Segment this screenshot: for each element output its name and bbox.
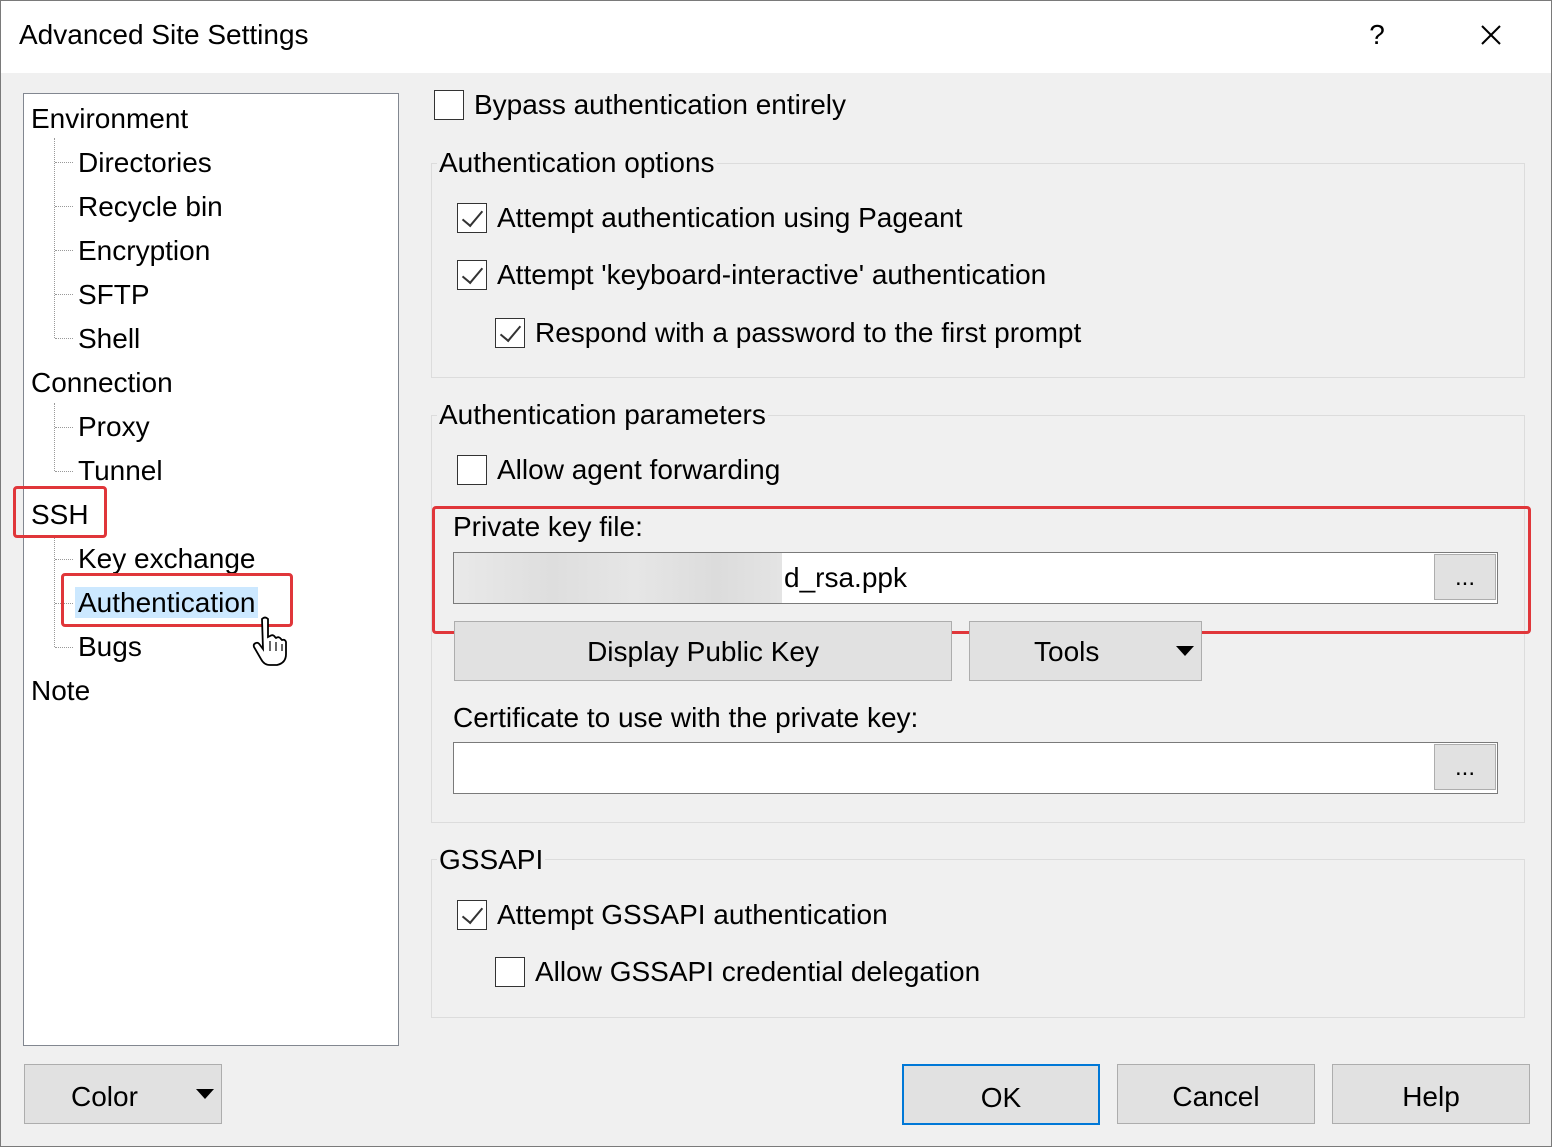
- pageant-checkbox-row[interactable]: Attempt authentication using Pageant: [457, 202, 962, 234]
- tree-item-proxy[interactable]: Proxy: [78, 407, 150, 447]
- gssapi-attempt-checkbox-row[interactable]: Attempt GSSAPI authentication: [457, 899, 888, 931]
- certificate-input[interactable]: ...: [453, 742, 1498, 794]
- tree-item-recycle-bin[interactable]: Recycle bin: [78, 187, 223, 227]
- tools-dropdown-icon: [1176, 646, 1194, 656]
- color-label: Color: [71, 1081, 138, 1112]
- tools-label: Tools: [1034, 636, 1100, 667]
- keyboard-interactive-label: Attempt 'keyboard-interactive' authentic…: [497, 259, 1047, 290]
- gssapi-attempt-checkbox[interactable]: [457, 900, 487, 930]
- tree-item-note[interactable]: Note: [31, 671, 90, 711]
- tree-connector: [55, 338, 73, 339]
- ok-button[interactable]: OK: [902, 1064, 1100, 1125]
- bypass-auth-label: Bypass authentication entirely: [474, 89, 846, 120]
- tree-connector: [55, 294, 73, 295]
- tree-connector: [54, 403, 55, 471]
- close-x-icon: [1481, 25, 1501, 45]
- tree-connector: [55, 471, 73, 472]
- pageant-label: Attempt authentication using Pageant: [497, 202, 963, 233]
- tree-connector: [55, 206, 73, 207]
- tree-connector: [54, 535, 55, 647]
- gssapi-group-label: GSSAPI: [437, 844, 546, 876]
- tree-item-connection[interactable]: Connection: [31, 363, 173, 403]
- tree-connector: [55, 559, 73, 560]
- private-key-highlight-box: [432, 506, 1531, 634]
- respond-password-label: Respond with a password to the first pro…: [535, 317, 1082, 348]
- tree-item-encryption[interactable]: Encryption: [78, 231, 210, 271]
- tree-item-shell[interactable]: Shell: [78, 319, 140, 359]
- gssapi-delegation-label: Allow GSSAPI credential delegation: [535, 956, 981, 987]
- help-icon[interactable]: ?: [1357, 15, 1397, 55]
- advanced-site-settings-dialog: Advanced Site Settings ? Environment Dir…: [0, 0, 1552, 1147]
- respond-password-checkbox-row[interactable]: Respond with a password to the first pro…: [495, 317, 1081, 349]
- pageant-checkbox[interactable]: [457, 203, 487, 233]
- tree-connector: [55, 427, 73, 428]
- gssapi-delegation-checkbox-row[interactable]: Allow GSSAPI credential delegation: [495, 956, 980, 988]
- agent-forwarding-checkbox[interactable]: [457, 455, 487, 485]
- tree-item-tunnel[interactable]: Tunnel: [78, 451, 163, 491]
- color-button[interactable]: Color: [24, 1064, 222, 1124]
- close-icon[interactable]: [1471, 15, 1511, 55]
- respond-password-checkbox[interactable]: [495, 318, 525, 348]
- tree-connector: [55, 647, 73, 648]
- settings-tree[interactable]: Environment Directories Recycle bin Encr…: [23, 93, 399, 1046]
- tree-item-environment[interactable]: Environment: [31, 99, 188, 139]
- ssh-highlight-box: [13, 486, 107, 538]
- title-bar: Advanced Site Settings ?: [1, 1, 1551, 73]
- gssapi-group: [431, 859, 1525, 1018]
- help-button[interactable]: Help: [1332, 1064, 1530, 1124]
- color-dropdown-icon: [196, 1089, 214, 1099]
- keyboard-interactive-checkbox[interactable]: [457, 260, 487, 290]
- window-title: Advanced Site Settings: [19, 19, 309, 50]
- tree-connector: [55, 162, 73, 163]
- bypass-auth-checkbox-row[interactable]: Bypass authentication entirely: [434, 89, 846, 121]
- certificate-label: Certificate to use with the private key:: [453, 702, 919, 733]
- keyboard-interactive-checkbox-row[interactable]: Attempt 'keyboard-interactive' authentic…: [457, 259, 1046, 291]
- bypass-auth-checkbox[interactable]: [434, 90, 464, 120]
- gssapi-attempt-label: Attempt GSSAPI authentication: [497, 899, 888, 930]
- tree-connector: [54, 138, 55, 338]
- agent-forwarding-label: Allow agent forwarding: [497, 454, 781, 485]
- display-public-key-button[interactable]: Display Public Key: [454, 621, 952, 681]
- certificate-browse-button[interactable]: ...: [1434, 744, 1496, 790]
- tree-connector: [55, 250, 73, 251]
- tree-item-directories[interactable]: Directories: [78, 143, 212, 183]
- auth-options-group-label: Authentication options: [437, 147, 717, 179]
- tools-button[interactable]: Tools: [969, 621, 1202, 681]
- tree-item-bugs[interactable]: Bugs: [78, 627, 142, 667]
- tree-item-sftp[interactable]: SFTP: [78, 275, 150, 315]
- cancel-button[interactable]: Cancel: [1117, 1064, 1315, 1124]
- hand-cursor-icon: [252, 616, 287, 666]
- auth-params-group-label: Authentication parameters: [437, 399, 768, 431]
- gssapi-delegation-checkbox[interactable]: [495, 957, 525, 987]
- agent-forwarding-checkbox-row[interactable]: Allow agent forwarding: [457, 454, 780, 486]
